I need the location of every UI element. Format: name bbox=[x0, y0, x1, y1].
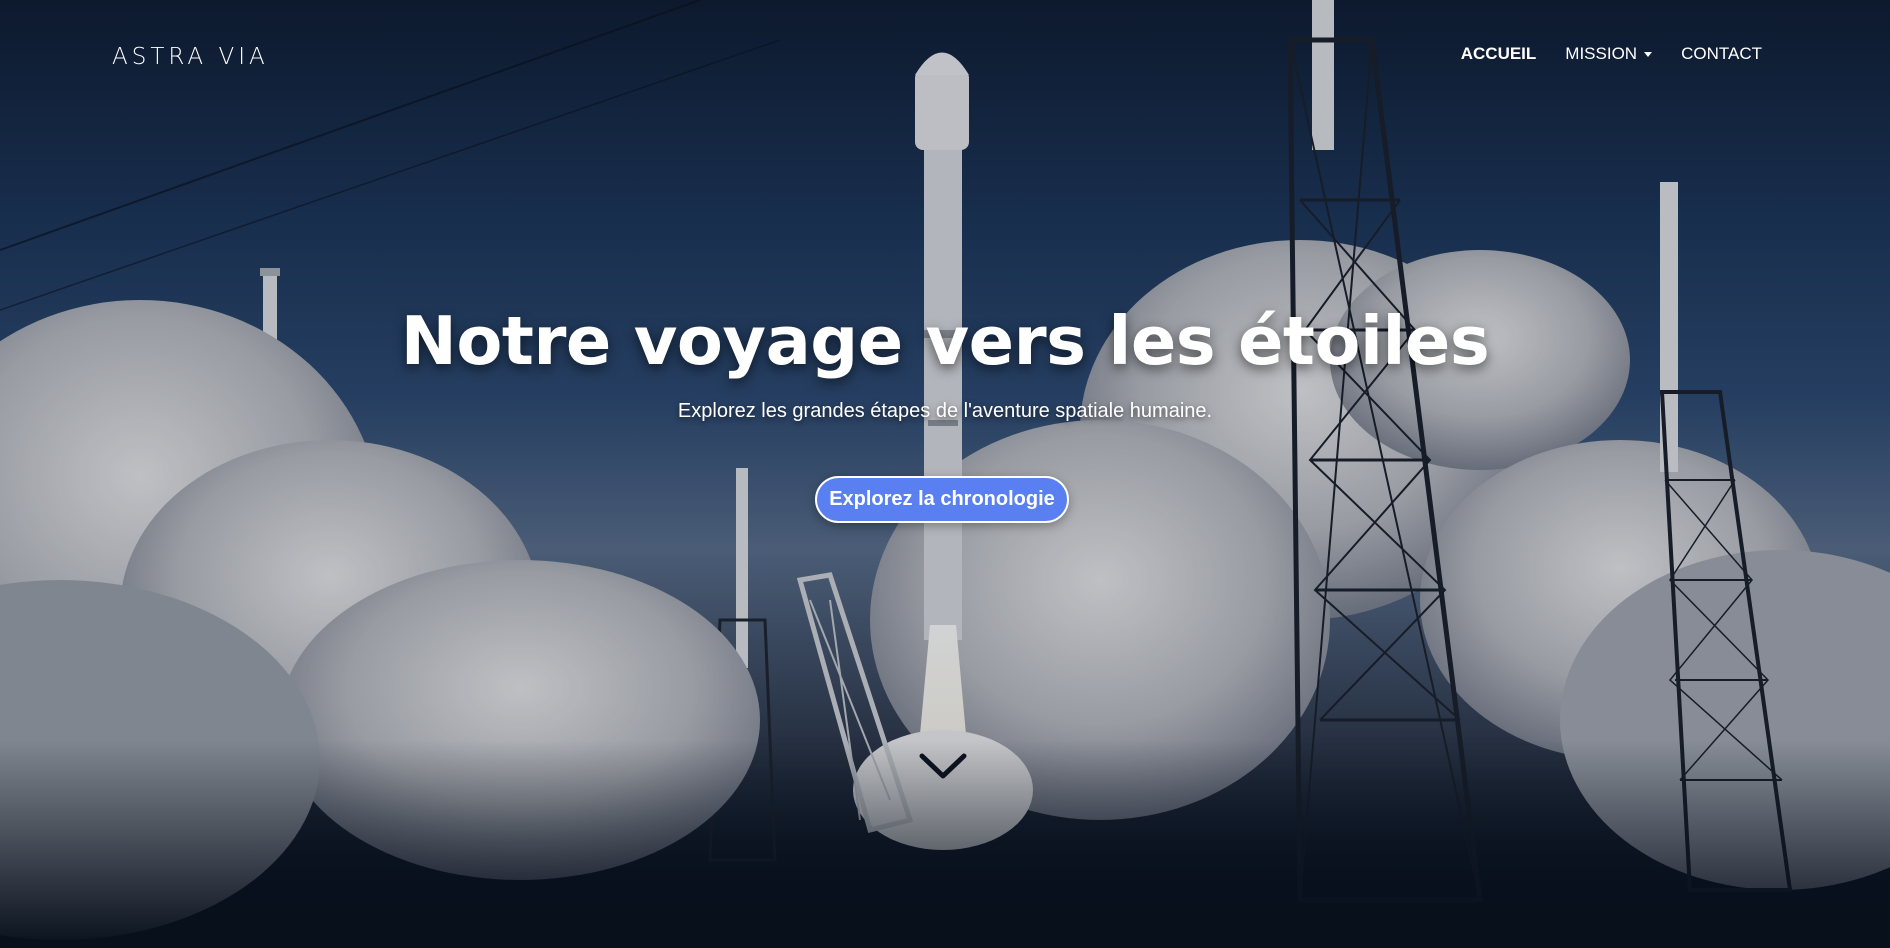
chevron-down-icon[interactable] bbox=[918, 750, 968, 782]
explore-timeline-button[interactable]: Explorez la chronologie bbox=[815, 476, 1069, 523]
hero-subtitle: Explorez les grandes étapes de l'aventur… bbox=[677, 400, 1213, 422]
nav-item-label: ACCUEIL bbox=[1460, 44, 1537, 63]
nav-item-label: MISSION bbox=[1565, 44, 1638, 63]
main-menu: ACCUEIL MISSION CONTACT bbox=[1461, 44, 1762, 64]
top-navbar: ASTRA VIA ACCUEIL MISSION CONTACT bbox=[0, 0, 1890, 110]
rocket-launch-image bbox=[0, 0, 1890, 948]
hero-title: Notre voyage vers les étoiles bbox=[400, 302, 1490, 380]
nav-item-contact[interactable]: CONTACT bbox=[1681, 44, 1762, 64]
hero-section: ASTRA VIA ACCUEIL MISSION CONTACT Notre … bbox=[0, 0, 1890, 948]
caret-down-icon bbox=[1644, 51, 1653, 57]
brand-logo[interactable]: ASTRA VIA bbox=[112, 44, 269, 70]
nav-item-mission[interactable]: MISSION bbox=[1565, 44, 1653, 64]
nav-item-accueil[interactable]: ACCUEIL bbox=[1461, 44, 1537, 64]
nav-item-label: CONTACT bbox=[1681, 44, 1762, 63]
